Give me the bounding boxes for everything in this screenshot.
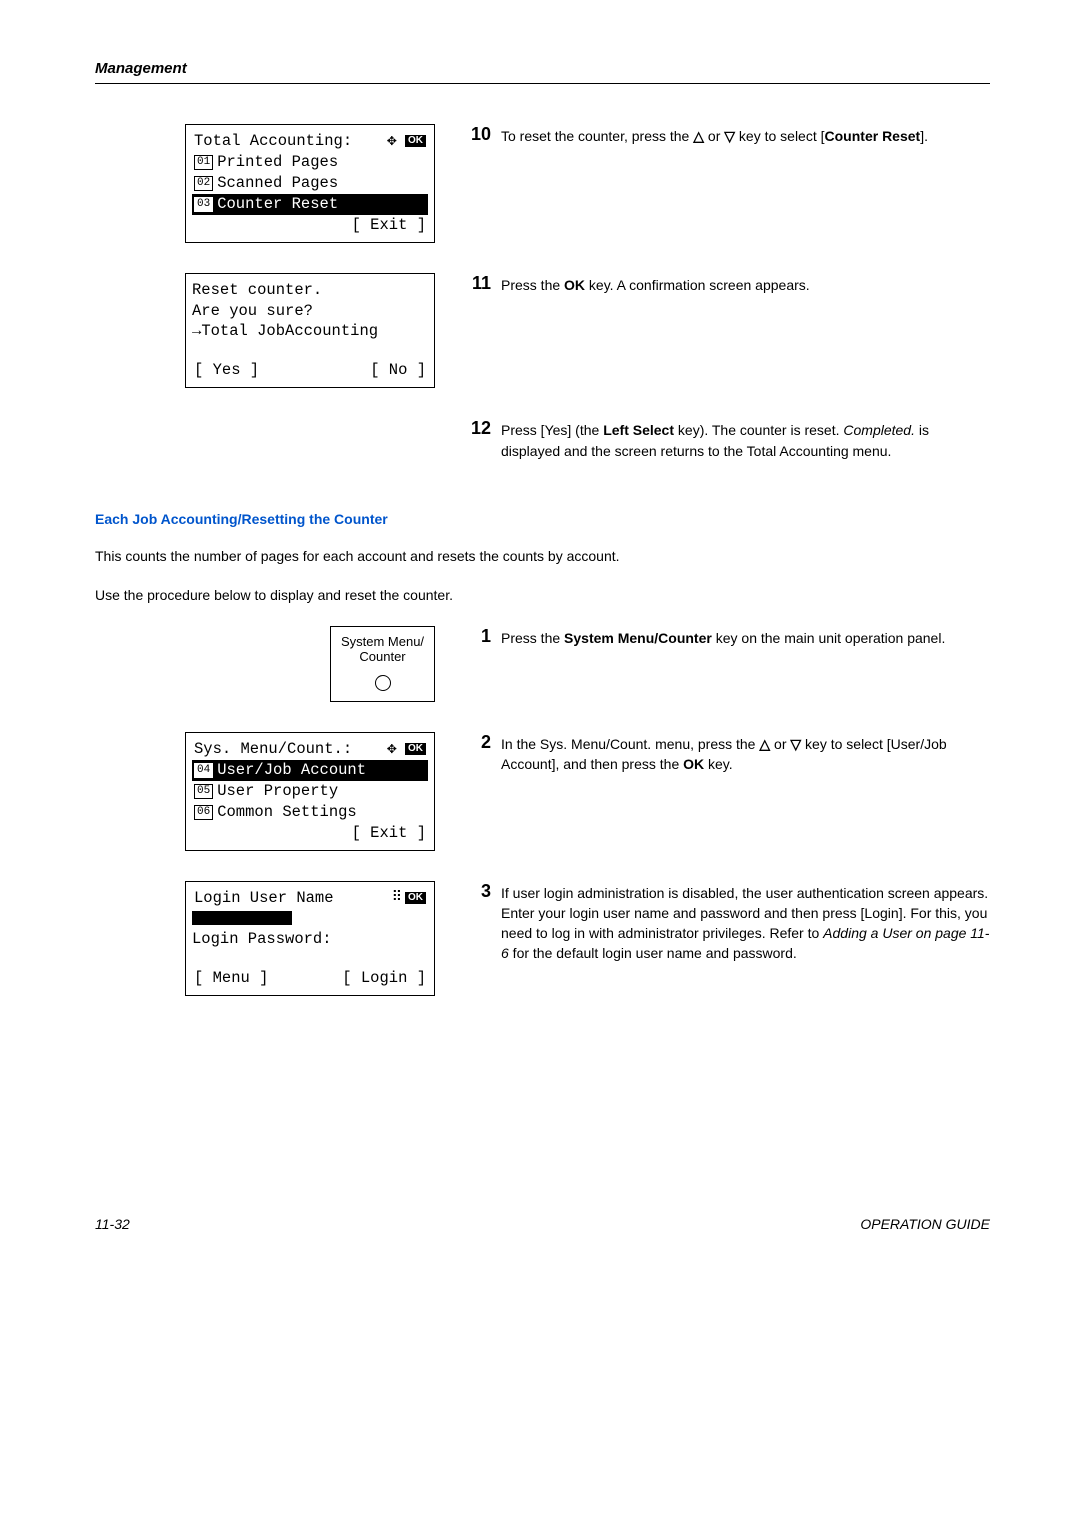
down-triangle-icon: ▽ bbox=[724, 128, 735, 144]
lcd3-num-2: 06 bbox=[194, 805, 213, 820]
step-text-11: Press the OK key. A confirmation screen … bbox=[501, 273, 810, 295]
lcd-total-accounting: Total Accounting: OK 01 Printed Pages 02… bbox=[185, 124, 435, 243]
lcd1-label-0: Printed Pages bbox=[217, 152, 338, 173]
step-num-1: 1 bbox=[465, 626, 491, 648]
button-line2: Counter bbox=[335, 650, 430, 665]
lcd3-icons: OK bbox=[388, 742, 426, 756]
lcd3-label-0: User/Job Account bbox=[217, 760, 366, 781]
ok-icon-2: OK bbox=[405, 743, 426, 755]
nav-icon bbox=[388, 134, 402, 148]
lcd1-label-2: Counter Reset bbox=[217, 194, 338, 215]
step-num-2: 2 bbox=[465, 732, 491, 775]
step-text-2: In the Sys. Menu/Count. menu, press the … bbox=[501, 732, 990, 775]
lcd3-title: Sys. Menu/Count.: bbox=[194, 739, 352, 760]
lcd3-item-1: 05 User Property bbox=[192, 781, 428, 802]
step-text-10: To reset the counter, press the △ or ▽ k… bbox=[501, 124, 928, 146]
ok-icon: OK bbox=[405, 135, 426, 147]
lcd1-label-1: Scanned Pages bbox=[217, 173, 338, 194]
header-title: Management bbox=[95, 60, 187, 77]
cursor-block bbox=[192, 911, 292, 925]
led-icon bbox=[375, 675, 391, 691]
down-triangle-icon-2: ▽ bbox=[790, 736, 801, 752]
lcd1-softkey: [ Exit ] bbox=[352, 215, 426, 236]
lcd3-softkey: [ Exit ] bbox=[352, 823, 426, 844]
lcd-login: Login User Name ⠿ OK Login Password: [ M… bbox=[185, 881, 435, 997]
lcd3-item-2: 06 Common Settings bbox=[192, 802, 428, 823]
para1: This counts the number of pages for each… bbox=[95, 547, 990, 567]
lcd3-num-0: 04 bbox=[194, 763, 213, 778]
step-num-11: 11 bbox=[465, 273, 491, 295]
lcd1-num-2: 03 bbox=[194, 197, 213, 212]
lcd2-line1: Reset counter. bbox=[192, 280, 428, 301]
step-row-2: Sys. Menu/Count.: OK 04 User/Job Account… bbox=[95, 732, 990, 851]
lcd2-line3: →Total JobAccounting bbox=[192, 321, 428, 342]
lcd3-num-1: 05 bbox=[194, 784, 213, 799]
step-num-3: 3 bbox=[465, 881, 491, 964]
step-text-1: Press the System Menu/Counter key on the… bbox=[501, 626, 945, 648]
step-num-10: 10 bbox=[465, 124, 491, 146]
lcd1-item-0: 01 Printed Pages bbox=[192, 152, 428, 173]
lcd1-icons: OK bbox=[388, 134, 426, 148]
step-text-12: Press [Yes] (the Left Select key). The c… bbox=[501, 418, 990, 461]
button-line1: System Menu/ bbox=[335, 635, 430, 650]
step-row-1: System Menu/ Counter 1 Press the System … bbox=[95, 626, 990, 702]
page-footer: 11-32 OPERATION GUIDE bbox=[95, 1216, 990, 1232]
lcd4-icons: ⠿ OK bbox=[392, 889, 426, 908]
lcd3-item-0: 04 User/Job Account bbox=[192, 760, 428, 781]
step-row-11: Reset counter. Are you sure? →Total JobA… bbox=[95, 273, 990, 389]
lcd4-line1: Login User Name bbox=[194, 888, 334, 909]
up-triangle-icon: △ bbox=[693, 128, 704, 144]
ok-icon-3: OK bbox=[405, 892, 426, 904]
lcd2-soft-no: [ No ] bbox=[370, 360, 426, 381]
lcd4-soft-login: [ Login ] bbox=[342, 968, 426, 989]
section-heading: Each Job Accounting/Resetting the Counte… bbox=[95, 511, 990, 527]
lcd2-soft-yes: [ Yes ] bbox=[194, 360, 259, 381]
step-row-3: Login User Name ⠿ OK Login Password: [ M… bbox=[95, 881, 990, 997]
lcd3-label-2: Common Settings bbox=[217, 802, 357, 823]
lcd-confirm: Reset counter. Are you sure? →Total JobA… bbox=[185, 273, 435, 389]
footer-guide: OPERATION GUIDE bbox=[860, 1216, 990, 1232]
system-menu-counter-key: System Menu/ Counter bbox=[330, 626, 435, 702]
lcd3-label-1: User Property bbox=[217, 781, 338, 802]
lcd1-num-0: 01 bbox=[194, 155, 213, 170]
lcd1-item-1: 02 Scanned Pages bbox=[192, 173, 428, 194]
nav-icon-2 bbox=[388, 742, 402, 756]
lcd1-item-2: 03 Counter Reset bbox=[192, 194, 428, 215]
step-row-12: 12 Press [Yes] (the Left Select key). Th… bbox=[95, 418, 990, 461]
step-row-10: Total Accounting: OK 01 Printed Pages 02… bbox=[95, 124, 990, 243]
lcd4-line2: Login Password: bbox=[192, 929, 428, 950]
lcd-sys-menu: Sys. Menu/Count.: OK 04 User/Job Account… bbox=[185, 732, 435, 851]
lcd1-num-1: 02 bbox=[194, 176, 213, 191]
lcd2-line2: Are you sure? bbox=[192, 301, 428, 322]
page-header: Management bbox=[95, 60, 990, 84]
login-user-value bbox=[192, 908, 428, 929]
lcd1-title: Total Accounting: bbox=[194, 131, 352, 152]
text-input-icon: ⠿ bbox=[392, 889, 402, 908]
lcd4-soft-menu: [ Menu ] bbox=[194, 968, 268, 989]
para2: Use the procedure below to display and r… bbox=[95, 586, 990, 606]
footer-page-num: 11-32 bbox=[95, 1216, 130, 1232]
step-text-3: If user login administration is disabled… bbox=[501, 881, 990, 964]
step-num-12: 12 bbox=[465, 418, 491, 461]
up-triangle-icon-2: △ bbox=[759, 736, 770, 752]
